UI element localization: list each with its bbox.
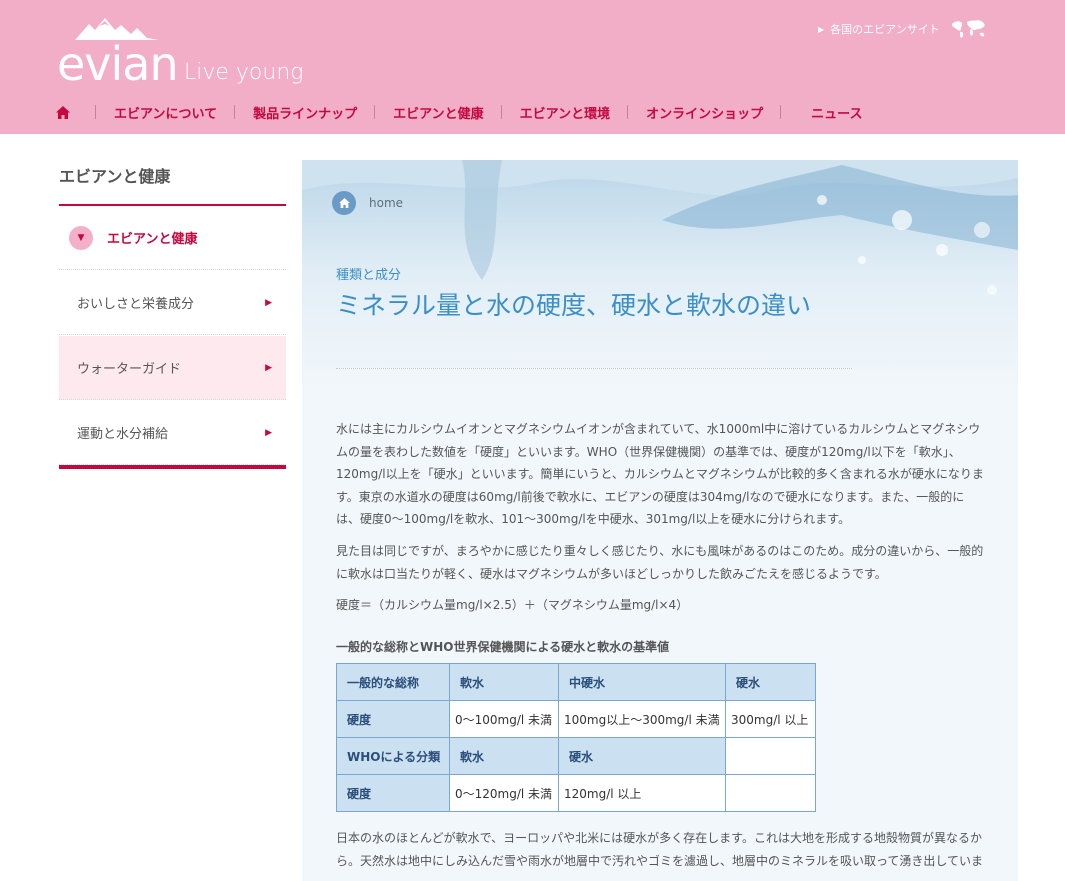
sidebar-item-health[interactable]: ▼ エビアンと健康 <box>59 206 286 270</box>
table-cell <box>725 774 816 812</box>
nav-products[interactable]: 製品ラインナップ <box>235 100 376 124</box>
sidebar-item-exercise[interactable]: 運動と水分補給 ▶ <box>59 401 286 465</box>
table-cell: 0～120mg/l 未満 <box>449 774 559 812</box>
table-cell: 300mg/l 以上 <box>725 700 816 738</box>
world-map-icon <box>951 20 985 38</box>
sidebar-item-nutrition[interactable]: おいしさと栄養成分 ▶ <box>59 271 286 335</box>
main-content: home 種類と成分 ミネラル量と水の硬度、硬水と軟水の違い 水には主にカルシウ… <box>302 160 1018 881</box>
chevron-right-icon: ▶ <box>265 297 272 308</box>
site-header: evian Live young ▶ 各国のエビアンサイト エビアンについて 製… <box>0 0 1065 134</box>
sidebar-item-water-guide[interactable]: ウォーターガイド ▶ <box>59 336 286 400</box>
table-cell: 硬度 <box>336 700 450 738</box>
title-divider <box>336 368 852 369</box>
table-cell: 一般的な総称 <box>336 663 450 701</box>
global-sites-label: 各国のエビアンサイト <box>830 23 940 36</box>
body-paragraph: 水には主にカルシウムイオンとマグネシウムイオンが含まれていて、水1000ml中に… <box>336 422 984 526</box>
hardness-table: 一般的な総称 軟水 中硬水 硬水 硬度 0～100mg/l 未満 100mg以上… <box>336 663 816 812</box>
table-cell: WHOによる分類 <box>336 737 450 775</box>
nav-health[interactable]: エビアンと健康 <box>375 100 503 124</box>
table-row: 硬度 0～120mg/l 未満 120mg/l 以上 <box>336 774 816 812</box>
table-caption: 一般的な総称とWHO世界保健機関による硬水と軟水の基準値 <box>336 640 670 654</box>
table-row: WHOによる分類 軟水 硬水 <box>336 737 816 775</box>
home-icon[interactable] <box>332 191 356 215</box>
sidebar-item-label: エビアンと健康 <box>107 232 198 247</box>
sidebar-item-label: 運動と水分補給 <box>77 427 169 442</box>
global-nav: エビアンについて 製品ラインナップ エビアンと健康 エビアンと環境 オンラインシ… <box>48 100 880 124</box>
table-cell: 0～100mg/l 未満 <box>449 700 559 738</box>
brand-wordmark: evian <box>57 37 179 91</box>
chevron-right-icon: ▶ <box>265 362 272 373</box>
table-cell: 軟水 <box>449 663 559 701</box>
table-row: 一般的な総称 軟水 中硬水 硬水 <box>336 663 816 701</box>
table-cell: 120mg/l 以上 <box>558 774 726 812</box>
nav-environment[interactable]: エビアンと環境 <box>502 100 629 124</box>
table-cell: 100mg以上～300mg/l 未満 <box>558 700 726 738</box>
brand-tagline: Live young <box>184 60 304 85</box>
sidebar-bottom-rule <box>59 465 286 469</box>
table-cell: 中硬水 <box>558 663 726 701</box>
home-icon <box>56 105 70 119</box>
table-cell <box>725 737 816 775</box>
breadcrumb: home <box>332 191 403 215</box>
triangle-right-icon: ▶ <box>818 24 825 34</box>
body-paragraph: 見た目は同じですが、まろやかに感じたり重々しく感じたり、水にも風味があるのはこの… <box>336 544 984 581</box>
nav-home[interactable] <box>48 100 96 124</box>
hardness-formula: 硬度＝（カルシウム量mg/l×2.5）＋（マグネシウム量mg/l×4） <box>336 598 689 612</box>
sidebar-item-label: ウォーターガイド <box>77 362 182 377</box>
body-paragraph: 日本の水のほとんどが軟水で、ヨーロッパや北米には硬水が多く存在します。これは大地… <box>336 831 984 868</box>
table-cell: 硬度 <box>336 774 450 812</box>
breadcrumb-home-link[interactable]: home <box>369 196 403 210</box>
sidebar-title: エビアンと健康 <box>59 167 171 186</box>
table-cell: 硬水 <box>558 737 726 775</box>
table-cell: 硬水 <box>725 663 816 701</box>
water-splash-image <box>302 160 1018 390</box>
global-sites-link[interactable]: ▶ 各国のエビアンサイト <box>818 18 988 40</box>
page-title: ミネラル量と水の硬度、硬水と軟水の違い <box>336 291 812 320</box>
page-category: 種類と成分 <box>336 268 402 283</box>
evian-logo[interactable]: evian Live young <box>57 16 307 91</box>
sidebar-item-label: おいしさと栄養成分 <box>77 297 195 312</box>
nav-about[interactable]: エビアンについて <box>96 100 236 124</box>
table-cell: 軟水 <box>449 737 559 775</box>
table-row: 硬度 0～100mg/l 未満 100mg以上～300mg/l 未満 300mg… <box>336 700 816 738</box>
nav-online-shop[interactable]: オンラインショップ <box>628 100 782 124</box>
chevron-right-icon: ▶ <box>265 427 272 438</box>
nav-news[interactable]: ニュース <box>781 100 880 124</box>
chevron-down-icon: ▼ <box>69 225 93 250</box>
